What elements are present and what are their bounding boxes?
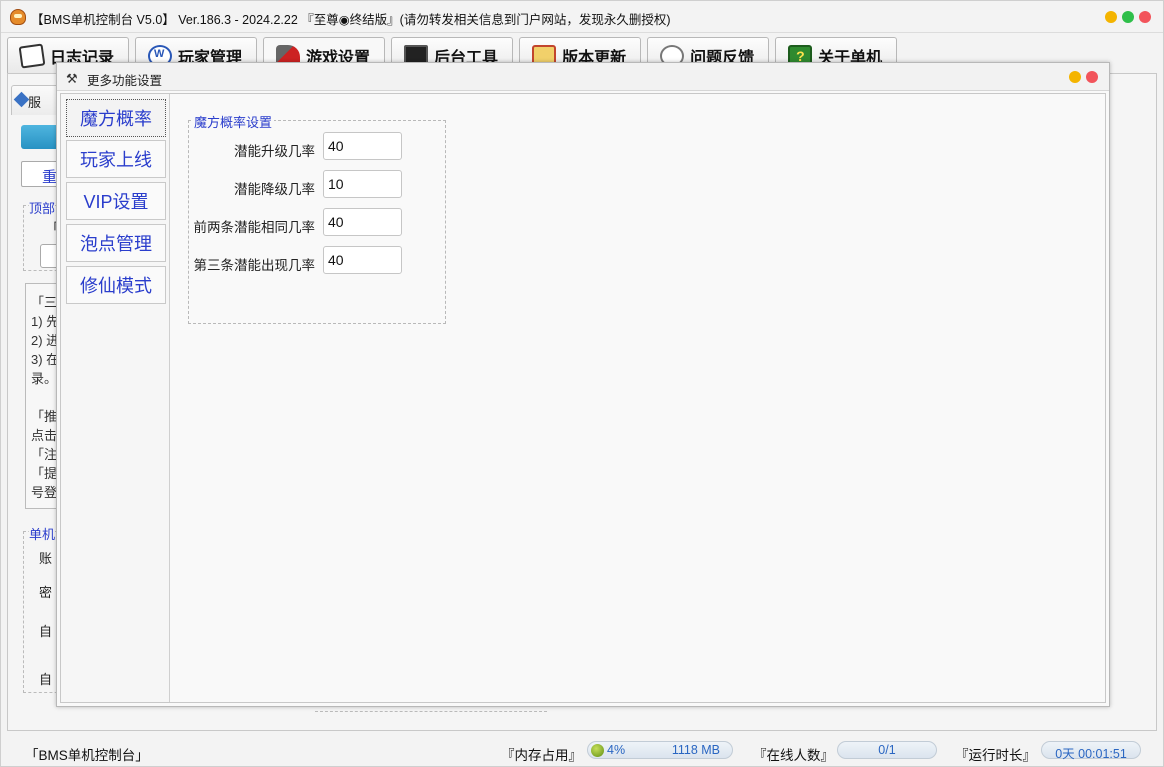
settings-nav: 魔方概率 玩家上线 VIP设置 泡点管理 修仙模式	[61, 94, 170, 702]
nav-player-online[interactable]: 玩家上线	[66, 140, 166, 178]
potential-upgrade-input[interactable]	[323, 132, 402, 160]
info-line: 1) 先	[31, 314, 60, 329]
info-line: 「三	[31, 295, 58, 310]
tools-icon: ⚒	[66, 71, 78, 86]
potential-downgrade-label: 潜能降级几率	[234, 182, 315, 197]
close-button[interactable]	[1139, 11, 1151, 23]
app-logo-icon	[10, 9, 26, 25]
info-line: 「推	[31, 409, 58, 424]
memory-mb: 1118 MB	[671, 743, 720, 757]
dialog-body: 魔方概率 玩家上线 VIP设置 泡点管理 修仙模式 魔方概率设置 潜能升级几率 …	[60, 93, 1106, 703]
memory-icon	[591, 744, 604, 757]
status-app-name: 「BMS单机控制台」	[25, 748, 149, 763]
dialog-minimize-button[interactable]	[1069, 71, 1081, 83]
auto-label-2: 自	[39, 672, 53, 687]
title-bar: 【BMS单机控制台 V5.0】 Ver.186.3 - 2024.2.22 『至…	[1, 1, 1163, 33]
runtime-label: 『运行时长』	[955, 748, 1036, 763]
info-line: 「注	[31, 447, 58, 462]
sub-tab-server-label: 服	[28, 95, 42, 110]
sub-tab-server[interactable]: 服	[11, 85, 61, 115]
info-line: 点击	[31, 428, 58, 443]
cube-probability-group-title: 魔方概率设置	[192, 112, 275, 131]
nav-vip-settings[interactable]: VIP设置	[66, 182, 166, 220]
third-line-appear-label: 第三条潜能出现几率	[193, 258, 316, 273]
potential-downgrade-input[interactable]	[323, 170, 402, 198]
online-count: 0/1	[837, 741, 937, 759]
nav-cube-probability[interactable]: 魔方概率	[66, 99, 166, 137]
dialog-controls	[1069, 71, 1098, 83]
memory-label: 『内存占用』	[501, 748, 582, 763]
info-line: 3) 在	[31, 352, 60, 367]
divider	[315, 711, 547, 714]
password-label: 密	[39, 585, 53, 600]
window-controls	[1105, 11, 1151, 23]
dialog-title: 更多功能设置	[87, 74, 163, 88]
status-bar: 「BMS单机控制台」 『内存占用』 4% 1118 MB 『在线人数』 0/1 …	[1, 733, 1163, 766]
dialog-title-bar: ⚒ 更多功能设置	[57, 63, 1109, 91]
first-two-same-input[interactable]	[323, 208, 402, 236]
maximize-button[interactable]	[1122, 11, 1134, 23]
info-line	[31, 388, 59, 407]
restart-button[interactable]: 重	[21, 161, 61, 187]
window-title: 【BMS单机控制台 V5.0】 Ver.186.3 - 2024.2.22 『至…	[31, 13, 671, 27]
info-line: 录。	[31, 371, 58, 386]
nav-afk-points[interactable]: 泡点管理	[66, 224, 166, 262]
notepad-icon	[18, 42, 46, 69]
app-window: 【BMS单机控制台 V5.0】 Ver.186.3 - 2024.2.22 『至…	[0, 0, 1164, 767]
top-group-title: 顶部	[29, 198, 56, 217]
potential-upgrade-label: 潜能升级几率	[234, 144, 315, 159]
info-line: 号登	[31, 485, 58, 500]
info-line: 2) 进	[31, 333, 60, 348]
auto-label-1: 自	[39, 624, 53, 639]
online-label: 『在线人数』	[753, 748, 834, 763]
start-button[interactable]	[21, 125, 61, 149]
standalone-group-title: 单机	[29, 524, 56, 543]
info-line: 「提	[31, 466, 58, 481]
wrench-icon	[13, 91, 30, 108]
first-two-same-label: 前两条潜能相同几率	[193, 220, 316, 235]
memory-indicator: 4% 1118 MB	[587, 741, 733, 759]
account-label: 账	[39, 551, 53, 566]
runtime-value: 0天 00:01:51	[1041, 741, 1141, 761]
third-line-appear-input[interactable]	[323, 246, 402, 274]
info-text: 「三 1) 先 2) 进 3) 在 录。 「推 点击 「注 「提 号登	[31, 293, 59, 502]
memory-percent: 4%	[607, 743, 626, 757]
nav-cultivation-mode[interactable]: 修仙模式	[66, 266, 166, 304]
more-settings-dialog: ⚒ 更多功能设置 魔方概率 玩家上线 VIP设置 泡点管理 修仙模式 魔方概率设…	[56, 62, 1110, 707]
minimize-button[interactable]	[1105, 11, 1117, 23]
dialog-close-button[interactable]	[1086, 71, 1098, 83]
